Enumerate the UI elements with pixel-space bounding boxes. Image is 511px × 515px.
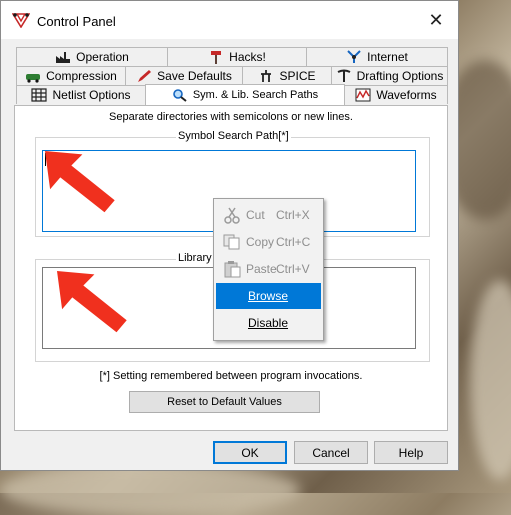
symbol-search-label: Symbol Search Path[*] — [176, 130, 291, 142]
menu-item-label: Paste — [246, 262, 277, 276]
grid-icon — [31, 88, 48, 102]
factory-icon — [56, 52, 71, 63]
tab-internet[interactable]: Internet — [306, 47, 448, 66]
clipboard-icon — [224, 261, 241, 278]
window-title: Control Panel — [37, 14, 116, 29]
menu-item-label: Copy — [246, 235, 275, 249]
menu-item-shortcut: Ctrl+C — [276, 235, 311, 249]
tab-label: Sym. & Lib. Search Paths — [192, 89, 319, 101]
tab-netlist-options[interactable]: Netlist Options — [16, 85, 146, 104]
reset-defaults-button[interactable]: Reset to Default Values — [129, 391, 320, 413]
context-menu: Cut Ctrl+X Copy Ctrl+C Paste Ctrl+V Brow… — [213, 198, 324, 341]
annotation-arrow-icon — [45, 151, 115, 213]
cmos-icon — [261, 70, 272, 82]
pickaxe-icon — [337, 69, 351, 82]
menu-item-label: Browse — [248, 289, 289, 303]
magnifier-icon — [173, 89, 187, 102]
copy-icon — [223, 234, 240, 250]
menu-item-label: Cut — [246, 208, 265, 222]
network-icon — [347, 50, 361, 63]
menu-item-copy[interactable]: Copy Ctrl+C — [216, 229, 321, 255]
instructions-text: Separate directories with semicolons or … — [109, 111, 353, 123]
tab-label: Netlist Options — [52, 88, 131, 102]
tab-compression[interactable]: Compression — [16, 66, 126, 85]
tab-label: Hacks! — [229, 50, 266, 64]
car-icon — [26, 74, 41, 83]
menu-item-shortcut: Ctrl+V — [276, 262, 310, 276]
tab-label: Waveforms — [376, 88, 437, 102]
tab-label: Save Defaults — [157, 69, 232, 83]
menu-item-cut[interactable]: Cut Ctrl+X — [216, 202, 321, 228]
scissors-icon — [224, 207, 240, 224]
tab-label: Internet — [367, 50, 408, 64]
app-logo-icon — [12, 13, 30, 28]
tab-label: Operation — [76, 50, 129, 64]
tab-waveforms[interactable]: Waveforms — [344, 85, 448, 104]
menu-item-browse[interactable]: Browse — [216, 283, 321, 309]
menu-item-label: Disable — [248, 316, 289, 330]
desktop-background — [0, 465, 300, 515]
close-button[interactable]: ✕ — [414, 1, 458, 39]
tab-save-defaults[interactable]: Save Defaults — [125, 66, 243, 85]
menu-item-disable[interactable]: Disable — [216, 310, 321, 336]
pencil-icon — [138, 70, 152, 82]
footnote-text: [*] Setting remembered between program i… — [99, 370, 363, 382]
tab-hacks[interactable]: Hacks! — [167, 47, 307, 66]
waveform-icon — [355, 88, 371, 102]
tab-label: Compression — [46, 69, 117, 83]
tab-label: SPICE — [279, 69, 316, 83]
tab-label: Drafting Options — [356, 69, 444, 83]
tab-search-paths[interactable]: Sym. & Lib. Search Paths — [145, 84, 345, 105]
tab-drafting-options[interactable]: Drafting Options — [331, 66, 448, 85]
annotation-arrow-icon — [57, 271, 127, 333]
hammer-icon — [211, 51, 222, 64]
menu-item-paste[interactable]: Paste Ctrl+V — [216, 256, 321, 282]
help-button[interactable]: Help — [374, 441, 448, 464]
desktop-background — [470, 280, 511, 480]
title-bar: Control Panel ✕ — [1, 1, 458, 39]
cancel-button[interactable]: Cancel — [294, 441, 368, 464]
close-icon: ✕ — [428, 9, 444, 30]
menu-item-shortcut: Ctrl+X — [276, 208, 310, 222]
tab-operation[interactable]: Operation — [16, 47, 168, 66]
ok-button[interactable]: OK — [213, 441, 287, 464]
tab-spice[interactable]: SPICE — [242, 66, 332, 85]
